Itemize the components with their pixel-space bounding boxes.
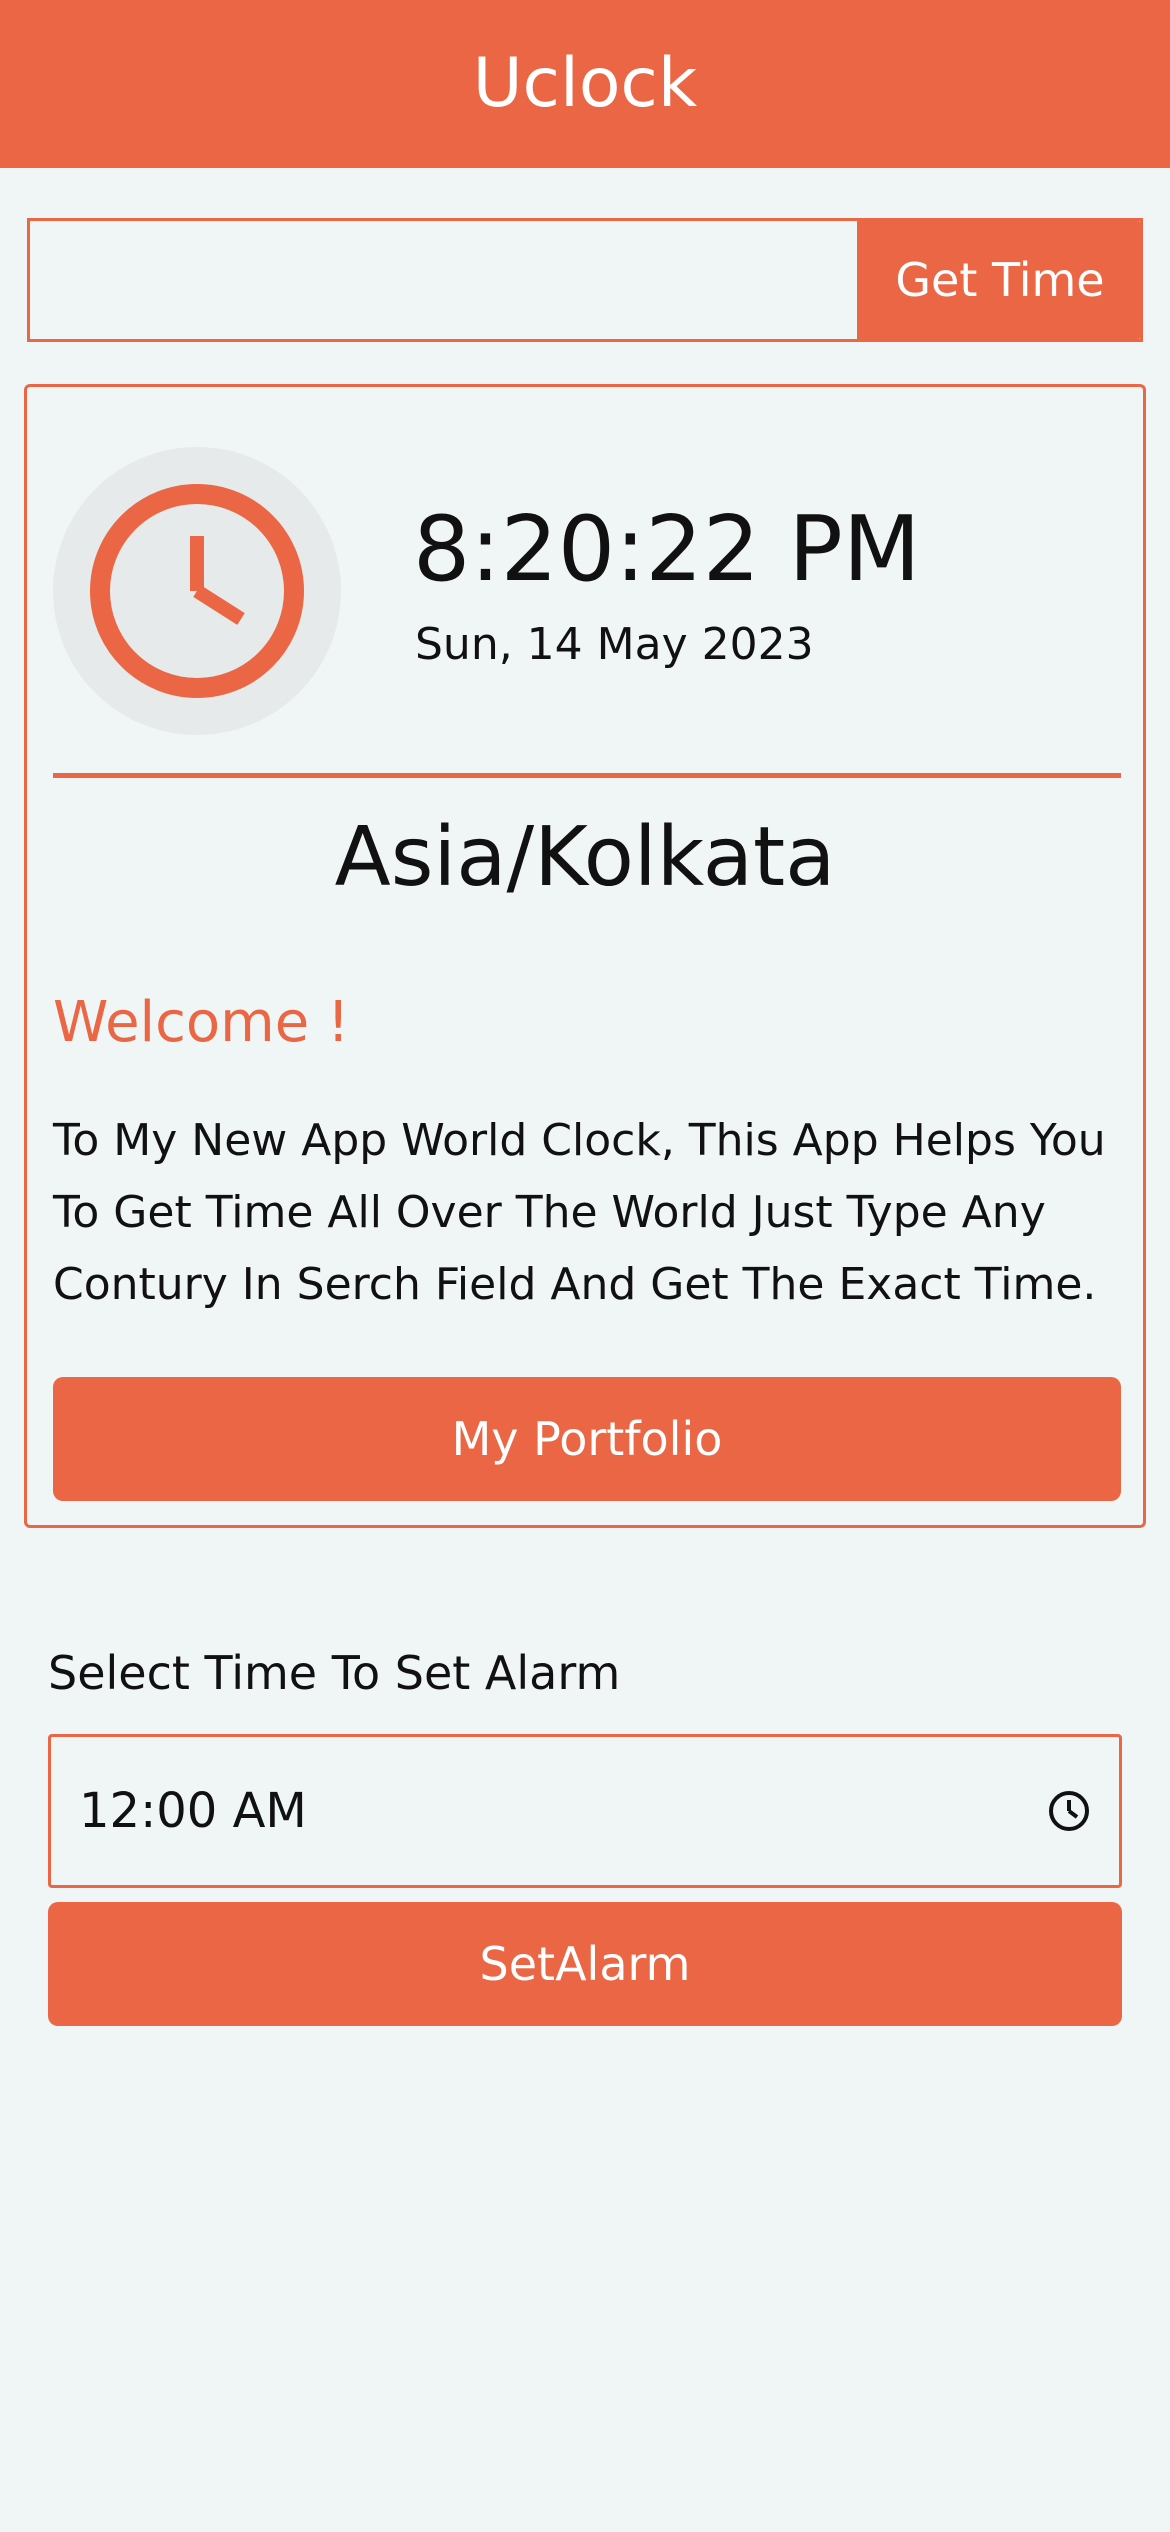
search-bar: Get Time [27,218,1143,342]
clock-badge [53,447,341,735]
clock-card: 8:20:22 PM Sun, 14 May 2023 Asia/Kolkata… [24,384,1146,1528]
set-alarm-button[interactable]: SetAlarm [48,1902,1122,2026]
country-search-input[interactable] [30,221,857,339]
clock-icon [90,484,304,698]
app-header: Uclock [0,0,1170,168]
app-description: To My New App World Clock, This App Help… [53,1115,1106,1310]
get-time-button[interactable]: Get Time [857,218,1143,342]
alarm-time-value: 12:00 AM [79,1783,307,1839]
timezone-label: Asia/Kolkata [334,810,836,905]
my-portfolio-button[interactable]: My Portfolio [53,1377,1121,1501]
current-time: 8:20:22 PM [413,497,921,602]
divider [53,773,1121,778]
clock-icon[interactable] [1047,1789,1091,1833]
current-date: Sun, 14 May 2023 [415,619,814,670]
welcome-heading: Welcome ! [53,990,350,1055]
app-title: Uclock [472,44,698,123]
alarm-time-input[interactable]: 12:00 AM [48,1734,1122,1888]
alarm-label: Select Time To Set Alarm [48,1646,621,1700]
